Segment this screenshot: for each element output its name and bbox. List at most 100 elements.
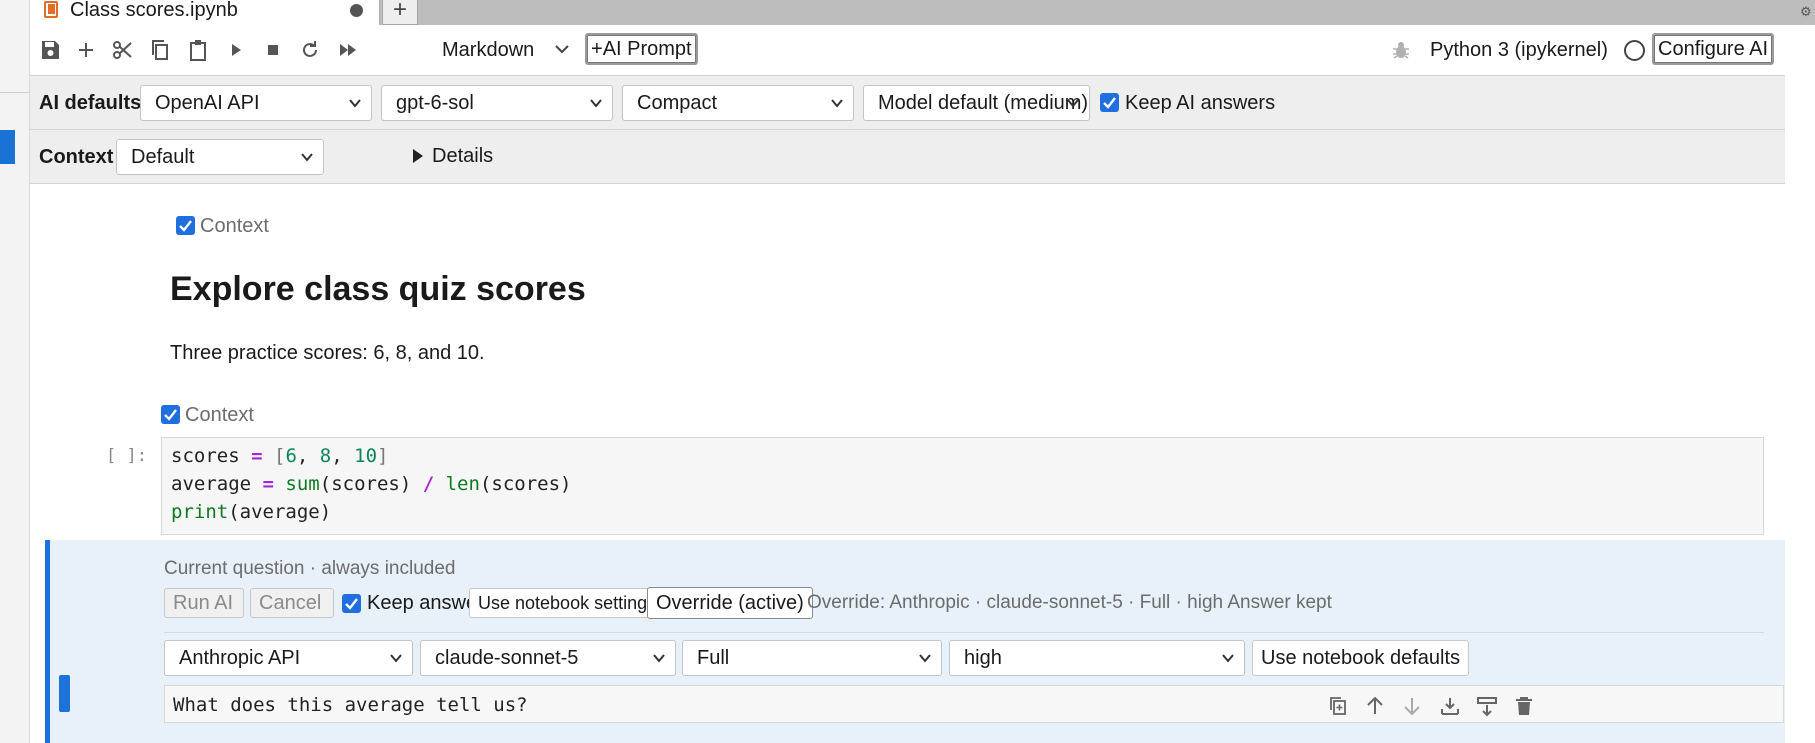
unsaved-dot-icon[interactable] [350, 4, 363, 17]
markdown-context-checkbox[interactable] [176, 216, 195, 235]
cell-model-select[interactable]: claude-sonnet-5 [420, 640, 676, 676]
override-summary-text: Override: Anthropic · claude-sonnet-5 · … [807, 592, 1224, 613]
code-context-checkbox[interactable] [161, 405, 180, 424]
kernel-name[interactable]: Python 3 (ipykernel) [1430, 37, 1608, 63]
provider-select[interactable]: OpenAI API [140, 85, 372, 121]
context-bar: Context Default Details [30, 130, 1785, 184]
notebook-toolbar: Markdown +AI Prompt Python 3 (ipykernel)… [30, 25, 1785, 76]
cell-type-select[interactable]: Markdown [442, 37, 534, 63]
markdown-paragraph: Three practice scores: 6, 8, and 10. [170, 342, 485, 364]
execution-prompt: [ ]: [106, 446, 147, 466]
chevron-down-icon [590, 99, 602, 108]
gear-icon[interactable]: ⚙ [1800, 4, 1815, 19]
context-preset-value: Default [131, 146, 195, 168]
ai-prompt-button[interactable]: +AI Prompt [585, 33, 698, 65]
checkmark-icon [179, 220, 192, 232]
move-up-icon[interactable] [1364, 695, 1386, 717]
ai-defaults-label: AI defaults [39, 92, 142, 114]
configure-ai-button[interactable]: Configure AI [1652, 33, 1775, 65]
chevron-down-icon [1222, 654, 1234, 663]
paste-icon[interactable] [186, 38, 210, 62]
new-tab-button[interactable]: + [382, 0, 418, 25]
divider [164, 632, 1764, 633]
fast-forward-icon[interactable] [336, 38, 360, 62]
ai-question-text: What does this average tell us? [173, 694, 528, 716]
plus-icon: + [591, 38, 603, 60]
code-context-label: Context [185, 404, 254, 426]
ai-question-cell[interactable]: Current question · always included Run A… [45, 540, 1785, 743]
restart-icon[interactable] [298, 38, 322, 62]
code-line: scores = [6, 8, 10] [171, 445, 389, 467]
add-cell-icon[interactable] [74, 38, 98, 62]
insert-above-icon[interactable] [1439, 695, 1461, 717]
debugger-icon[interactable] [1391, 39, 1411, 61]
use-notebook-defaults-button[interactable]: Use notebook defaults [1252, 640, 1470, 676]
tab-class-scores[interactable]: Class scores.ipynb [30, 0, 380, 25]
chevron-down-icon [919, 654, 931, 663]
context-bar-label: Context [39, 146, 114, 168]
cell-reasoning-select[interactable]: high [949, 640, 1245, 676]
details-toggle[interactable]: Details [432, 144, 493, 168]
cell-model-value: claude-sonnet-5 [435, 647, 579, 669]
answer-status: Answer kept [1227, 592, 1332, 613]
notebook-panel: Context Explore class quiz scores Three … [30, 184, 1785, 743]
reasoning-select[interactable]: Model default (medium) [863, 85, 1090, 121]
keep-answer-checkbox[interactable] [342, 594, 361, 613]
code-line: print(average) [171, 501, 332, 523]
chevron-down-icon [831, 99, 843, 108]
ai-defaults-bar: AI defaults OpenAI API gpt-6-sol Compact… [30, 76, 1785, 130]
cell-context-mode-select[interactable]: Full [682, 640, 942, 676]
chevron-down-icon [653, 654, 665, 663]
keep-ai-answers-checkbox[interactable] [1100, 93, 1119, 112]
notebook-icon [44, 1, 58, 18]
chevron-down-icon [301, 153, 313, 162]
model-value: gpt-6-sol [396, 92, 474, 114]
run-icon[interactable] [224, 38, 248, 62]
stop-icon[interactable] [261, 38, 285, 62]
sidebar-active-indicator[interactable] [0, 130, 15, 164]
ai-cell-status: Current question · always included [164, 558, 456, 579]
code-cell-editor[interactable]: scores = [6, 8, 10] average = sum(scores… [161, 437, 1764, 535]
chevron-down-icon[interactable] [552, 39, 572, 59]
markdown-heading: Explore class quiz scores [170, 270, 586, 308]
ai-question-input[interactable]: What does this average tell us? [164, 685, 1784, 723]
code-lines: scores = [6, 8, 10] average = sum(scores… [171, 442, 571, 526]
copy-icon[interactable] [148, 38, 172, 62]
cell-reasoning-value: high [964, 647, 1002, 669]
use-notebook-setting-button[interactable]: Use notebook setting [469, 588, 657, 618]
provider-value: OpenAI API [155, 92, 260, 114]
cut-icon[interactable] [111, 38, 135, 62]
kernel-status-icon [1624, 40, 1645, 61]
keep-ai-answers-label: Keep AI answers [1125, 92, 1276, 114]
checkmark-icon [164, 409, 177, 421]
context-mode-value: Compact [637, 92, 718, 114]
context-mode-select[interactable]: Compact [622, 85, 854, 121]
chevron-down-icon [390, 654, 402, 663]
checkmark-icon [1103, 97, 1116, 109]
insert-below-icon[interactable] [1476, 695, 1498, 717]
cell-provider-value: Anthropic API [179, 647, 301, 669]
sidebar-divider [0, 92, 30, 93]
override-button[interactable]: Override (active) [647, 587, 813, 619]
context-preset-select[interactable]: Default [116, 139, 324, 175]
markdown-context-label: Context [200, 215, 269, 237]
active-cell-marker[interactable] [59, 675, 70, 712]
tab-bar: Class scores.ipynb + [30, 0, 1815, 25]
delete-cell-icon[interactable] [1513, 695, 1535, 717]
keep-answer-label: Keep answer [367, 592, 484, 614]
disclosure-triangle-icon[interactable] [413, 149, 423, 163]
chevron-down-icon [349, 99, 361, 108]
ai-prompt-label: AI Prompt [602, 38, 692, 60]
checkmark-icon [345, 598, 358, 610]
cell-provider-select[interactable]: Anthropic API [164, 640, 413, 676]
cell-context-mode-value: Full [697, 647, 730, 669]
duplicate-cell-icon[interactable] [1327, 695, 1349, 717]
move-down-icon[interactable] [1401, 695, 1423, 717]
save-icon[interactable] [38, 38, 62, 62]
model-select[interactable]: gpt-6-sol [381, 85, 613, 121]
tab-title: Class scores.ipynb [70, 0, 238, 21]
reasoning-value: Model default (medium) [878, 92, 1089, 114]
run-ai-button[interactable]: Run AI [164, 588, 244, 618]
code-line: average = sum(scores) / len(scores) [171, 473, 572, 495]
cancel-button[interactable]: Cancel [250, 588, 334, 618]
